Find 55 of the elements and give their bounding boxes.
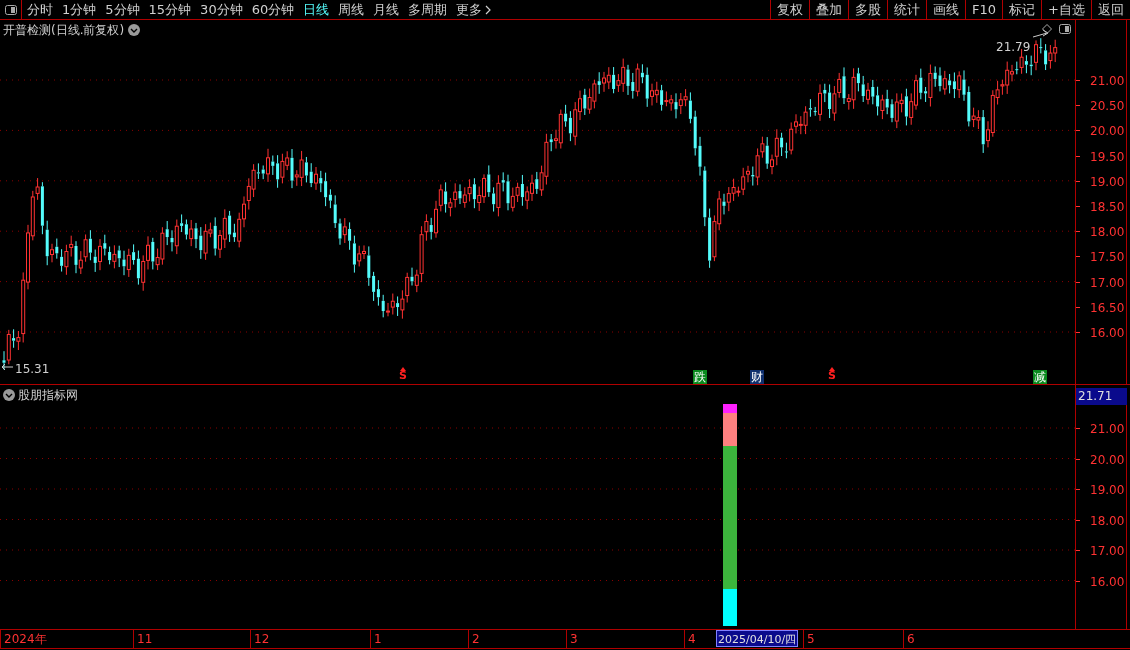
axis-label: 19.00 — [1090, 173, 1125, 191]
period-tab[interactable]: 5分钟 — [105, 0, 140, 20]
toolbar-button[interactable]: 统计 — [887, 0, 927, 19]
time-axis-label: 12 — [250, 630, 270, 648]
period-tab[interactable]: 1分钟 — [62, 0, 97, 20]
period-tab[interactable]: 分时 — [27, 0, 53, 20]
axis-label: 16.50 — [1090, 299, 1125, 317]
high-price-label: 21.79 — [996, 39, 1031, 56]
toolbar-button[interactable]: 返回 — [1091, 0, 1130, 19]
toolbar-button[interactable]: 多股 — [848, 0, 888, 19]
toolbar-button[interactable]: F10 — [965, 0, 1003, 19]
time-axis-label: 2 — [468, 630, 480, 648]
time-axis-label: 6 — [903, 630, 915, 648]
axis-label: 20.50 — [1090, 98, 1125, 116]
axis-label: 19.50 — [1090, 148, 1125, 166]
event-tag: 跌 — [693, 370, 707, 384]
toolbar-button[interactable]: 复权 — [770, 0, 810, 19]
axis-label: 17.50 — [1090, 249, 1125, 267]
time-axis-label: 5 — [803, 630, 815, 648]
period-tab[interactable]: 60分钟 — [251, 0, 295, 20]
axis-label: 18.00 — [1090, 224, 1125, 242]
event-tag: 减 — [1033, 370, 1047, 384]
axis-label: 17.00 — [1090, 274, 1125, 292]
toolbar-button[interactable]: 标记 — [1002, 0, 1042, 19]
period-tab[interactable]: 周线 — [338, 0, 365, 20]
time-axis-label: 4 — [684, 630, 696, 648]
period-tab[interactable]: 30分钟 — [200, 0, 243, 20]
axis-label: 19.00 — [1090, 482, 1125, 499]
indicator-title: 股朋指标网 — [18, 387, 78, 404]
period-tab[interactable]: 多周期 — [408, 0, 448, 20]
time-axis-label: 1 — [370, 630, 382, 648]
axis-label: 18.00 — [1090, 512, 1125, 530]
time-axis-label: 2024年 — [0, 630, 47, 648]
axis-label: 20.00 — [1090, 451, 1125, 469]
time-axis-label: 11 — [133, 630, 153, 648]
axis-label: 16.00 — [1090, 325, 1125, 342]
toolbar-button[interactable]: +自选 — [1041, 0, 1091, 19]
chart-title: 开普检测(日线.前复权) — [3, 22, 125, 39]
period-tab[interactable]: 日线 — [303, 0, 330, 20]
cursor-date-label: 2025/04/10/四 — [716, 630, 799, 647]
current-value-label: 21.71 — [1076, 388, 1127, 405]
low-price-label: 15.31 — [15, 361, 50, 378]
event-tag: 财 — [750, 370, 764, 384]
axis-label: 16.00 — [1090, 573, 1125, 591]
axis-label: 18.50 — [1090, 199, 1125, 216]
toolbar-button[interactable]: 叠加 — [809, 0, 849, 19]
axis-label: 21.00 — [1090, 73, 1125, 90]
axis-label: 20.00 — [1090, 123, 1125, 141]
period-tab[interactable]: 月线 — [373, 0, 400, 20]
toolbar-button[interactable]: 画线 — [926, 0, 966, 19]
more-button[interactable]: 更多 — [456, 0, 492, 20]
time-axis-label: 3 — [566, 630, 578, 648]
axis-label: 17.00 — [1090, 543, 1125, 560]
axis-label: 21.00 — [1090, 421, 1125, 438]
period-tab[interactable]: 15分钟 — [148, 0, 192, 20]
